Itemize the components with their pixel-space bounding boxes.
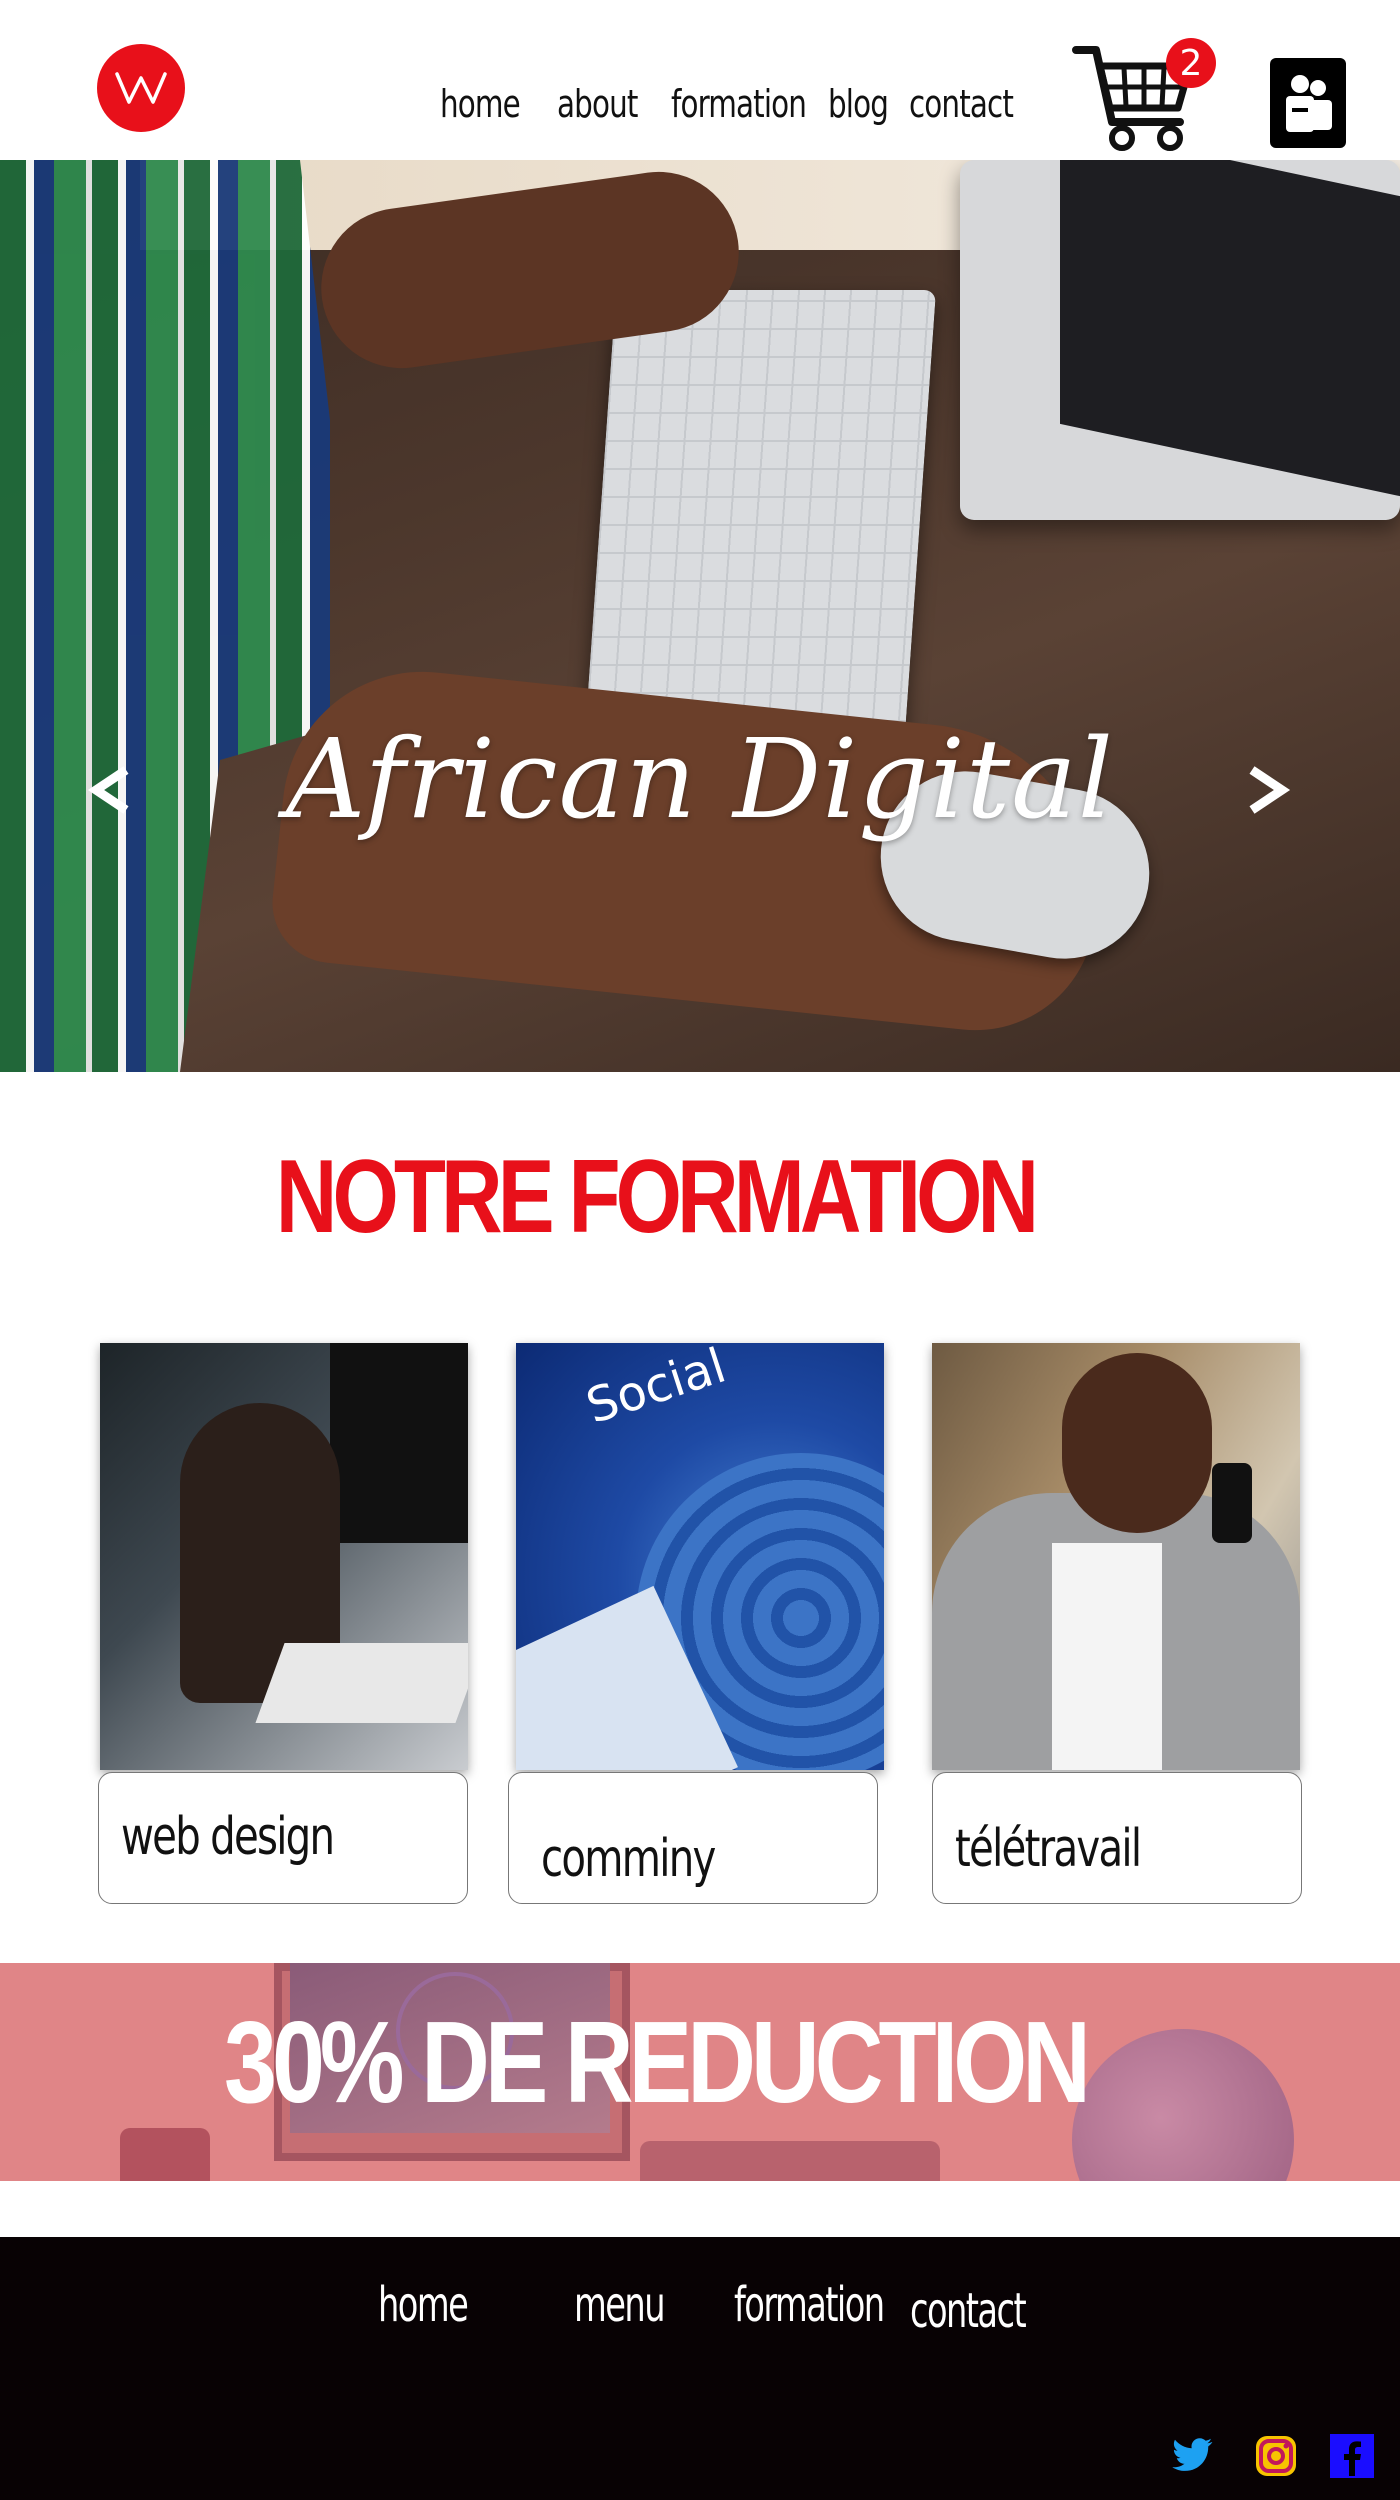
user-group-icon[interactable] — [1270, 58, 1346, 148]
section-title: NOTRE FORMATION — [275, 1139, 1039, 1255]
card-title: comminy — [541, 1829, 716, 1889]
promo-tablet-image — [640, 2141, 940, 2181]
promo-headline: 30% DE REDUCTION — [223, 1997, 1091, 2127]
card-image-teletravail[interactable] — [932, 1343, 1300, 1770]
footer-nav-menu[interactable]: menu — [574, 2277, 666, 2333]
card-image-detail — [255, 1643, 468, 1723]
hero-slider: African Digital — [0, 160, 1400, 1072]
nav-about[interactable]: about — [557, 82, 638, 126]
hero-title: African Digital — [286, 715, 1114, 843]
instagram-icon[interactable] — [1252, 2432, 1300, 2480]
hero-person-image — [0, 160, 330, 1072]
chevron-right-icon[interactable] — [1236, 760, 1296, 820]
cart-count-badge: 2 — [1166, 38, 1216, 88]
hero-keyboard-image — [583, 290, 937, 750]
card-label-teletravail[interactable]: télétravail — [932, 1772, 1302, 1904]
nav-blog[interactable]: blog — [828, 82, 889, 126]
promo-phone-image — [120, 2128, 210, 2181]
card-image-detail — [1062, 1353, 1212, 1533]
card-image-comminy[interactable]: Social — [516, 1343, 884, 1770]
card-label-comminy[interactable]: comminy — [508, 1772, 878, 1904]
card-image-web-design[interactable] — [100, 1343, 468, 1770]
nav-contact[interactable]: contact — [909, 82, 1014, 126]
twitter-icon[interactable] — [1168, 2432, 1216, 2480]
card-title: télétravail — [955, 1819, 1142, 1879]
footer-nav-contact[interactable]: contact — [910, 2283, 1027, 2339]
card-image-detail — [330, 1343, 468, 1543]
site-header: home about formation blog contact 2 — [0, 0, 1400, 160]
card-image-detail — [1212, 1463, 1252, 1543]
card-title: web design — [121, 1807, 335, 1867]
facebook-icon[interactable] — [1328, 2432, 1376, 2480]
card-image-detail: Social — [579, 1343, 733, 1435]
footer-nav-formation[interactable]: formation — [734, 2277, 885, 2333]
promo-banner[interactable]: 30% DE REDUCTION — [0, 1963, 1400, 2181]
nav-formation[interactable]: formation — [671, 82, 807, 126]
card-image-detail — [1052, 1543, 1162, 1770]
w-logo-icon[interactable] — [97, 44, 185, 132]
main-nav: home about formation blog contact — [440, 82, 1030, 126]
footer-nav-home[interactable]: home — [378, 2277, 469, 2333]
nav-home[interactable]: home — [440, 82, 521, 126]
card-label-web-design[interactable]: web design — [98, 1772, 468, 1904]
chevron-left-icon[interactable] — [82, 760, 142, 820]
